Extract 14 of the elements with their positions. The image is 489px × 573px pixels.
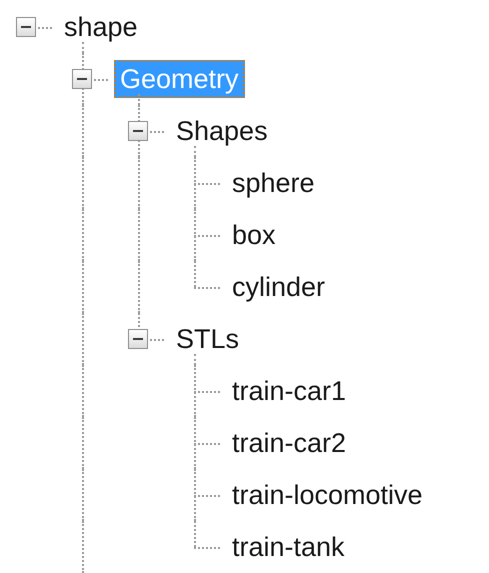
tree-item[interactable]: train-tank xyxy=(226,528,351,566)
tree-item[interactable]: STLs xyxy=(170,320,246,358)
collapse-button[interactable] xyxy=(128,121,148,141)
tree-item[interactable]: train-car1 xyxy=(226,372,352,410)
collapse-button[interactable] xyxy=(72,69,92,89)
collapse-button[interactable] xyxy=(128,329,148,349)
tree-item[interactable]: train-locomotive xyxy=(226,476,429,514)
tree-item[interactable]: shape xyxy=(58,8,144,46)
tree-item[interactable]: box xyxy=(226,216,282,254)
tree-item[interactable]: sphere xyxy=(226,164,321,202)
collapse-button[interactable] xyxy=(16,17,36,37)
tree-item[interactable]: train-car2 xyxy=(226,424,352,462)
tree-item[interactable]: Shapes xyxy=(170,112,274,150)
tree-item[interactable]: cylinder xyxy=(226,268,332,306)
